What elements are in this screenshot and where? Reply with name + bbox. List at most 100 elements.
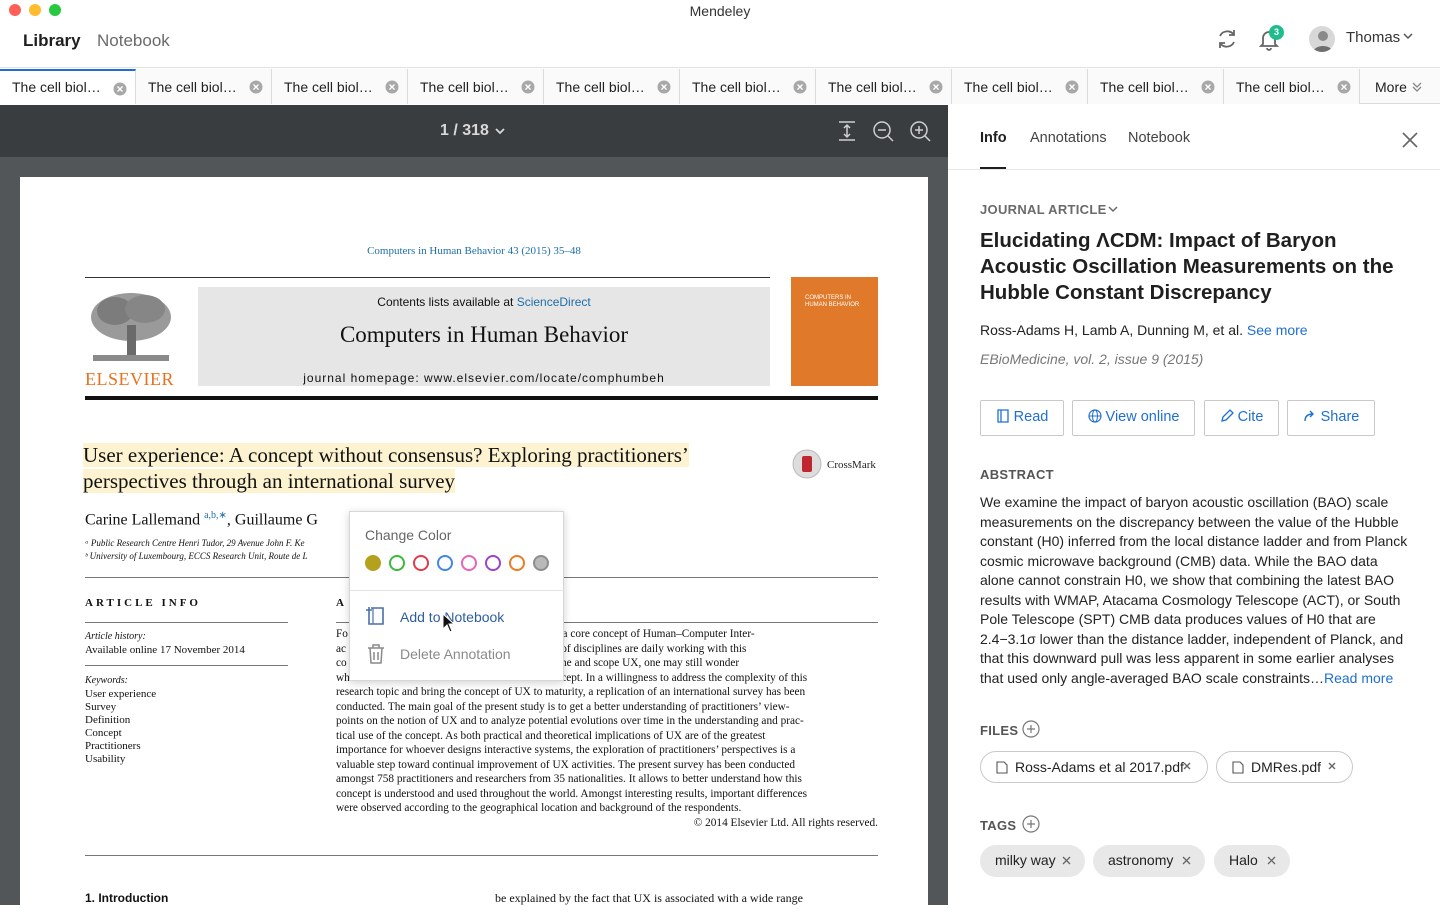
page-chevron-down-icon[interactable] [494, 125, 506, 137]
color-swatch[interactable] [509, 555, 525, 571]
panel-tab-notebook[interactable]: Notebook [1128, 130, 1190, 146]
tag-label: Halo [1229, 852, 1258, 868]
panel-tab-annotations[interactable]: Annotations [1030, 130, 1107, 146]
close-tab-icon[interactable] [793, 80, 807, 94]
zoom-out-icon[interactable] [871, 119, 895, 143]
cite-label: Cite [1237, 409, 1264, 425]
affiliation-b: ᵇ University of Luxembourg, ECCS Researc… [85, 551, 308, 561]
tag-chip[interactable]: milky way [980, 845, 1085, 877]
remove-file-icon[interactable] [1182, 761, 1192, 771]
panel-tab-info[interactable]: Info [980, 130, 1007, 146]
color-swatch[interactable] [365, 555, 381, 571]
add-tag-icon[interactable] [1022, 815, 1040, 833]
remove-tag-icon[interactable] [1062, 856, 1071, 865]
color-swatch[interactable] [413, 555, 429, 571]
color-swatch[interactable] [389, 555, 405, 571]
document-tab[interactable]: The cell biol… [272, 69, 408, 104]
zoom-in-icon[interactable] [908, 119, 932, 143]
close-tab-icon[interactable] [657, 80, 671, 94]
document-tab-label: The cell biol… [284, 79, 373, 95]
add-file-icon[interactable] [1022, 720, 1040, 738]
document-type[interactable]: JOURNAL ARTICLE [980, 202, 1107, 217]
tag-chip[interactable]: astronomy [1093, 845, 1205, 877]
close-tab-icon[interactable] [385, 80, 399, 94]
journal-homepage[interactable]: journal homepage: www.elsevier.com/locat… [198, 371, 770, 385]
nav-tab-notebook[interactable]: Notebook [97, 31, 170, 51]
cover-title: COMPUTERS IN HUMAN BEHAVIOR [805, 295, 860, 308]
abstract-line: amongst 758 practitioners and researcher… [336, 773, 802, 785]
remove-file-icon[interactable] [1327, 761, 1337, 771]
user-avatar[interactable] [1309, 26, 1335, 52]
article-info-heading: ARTICLE INFO [85, 597, 201, 609]
tag-chip[interactable]: Halo [1214, 845, 1290, 877]
document-tab[interactable]: The cell biol… [816, 69, 952, 104]
share-icon [1303, 410, 1314, 422]
abstract-line: importance for whoever designs interacti… [336, 744, 796, 756]
avatar-person-icon [1313, 31, 1333, 52]
double-chevron-down-icon[interactable] [1411, 81, 1423, 93]
document-tab[interactable]: The cell biol… [544, 69, 680, 104]
file-icon [1232, 761, 1244, 774]
document-tab[interactable]: The cell biol… [1088, 69, 1224, 104]
share-button[interactable]: Share [1287, 400, 1375, 436]
close-tab-icon[interactable] [1201, 80, 1215, 94]
more-tabs-button[interactable]: More [1360, 69, 1440, 104]
user-name[interactable]: Thomas [1346, 29, 1400, 46]
document-tab[interactable]: The cell biol… [680, 69, 816, 104]
body-rule [85, 855, 878, 856]
color-swatch[interactable] [485, 555, 501, 571]
see-more-link[interactable]: See more [1247, 322, 1308, 338]
file-chip[interactable]: DMRes.pdf [1216, 751, 1353, 783]
remove-tag-icon[interactable] [1182, 856, 1191, 865]
view-online-button[interactable]: View online [1072, 400, 1195, 436]
color-swatch[interactable] [461, 555, 477, 571]
document-tab[interactable]: The cell biol… [408, 69, 544, 104]
author-affil-marks[interactable]: a,b,∗ [204, 510, 227, 521]
page-indicator[interactable]: 1 / 318 [440, 122, 489, 140]
close-tab-icon[interactable] [1337, 80, 1351, 94]
document-tab-strip: The cell biol… The cell biol… The cell bio… [0, 69, 1440, 104]
close-tab-icon[interactable] [521, 80, 535, 94]
chevron-down-icon[interactable] [1107, 203, 1119, 215]
view-online-label: View online [1105, 409, 1180, 425]
file-icon [996, 761, 1008, 774]
document-tab[interactable]: The cell biol… [136, 69, 272, 104]
read-more-link[interactable]: Read more [1324, 670, 1393, 686]
delete-annotation-button[interactable]: Delete Annotation [400, 646, 511, 662]
read-button[interactable]: Read [980, 400, 1064, 436]
window-title: Mendeley [689, 3, 751, 19]
crossmark-icon[interactable] [792, 449, 822, 479]
article-title-highlighted[interactable]: User experience: A concept without conse… [83, 442, 773, 494]
abstract-line: tical use of the concept. As both practi… [336, 729, 766, 742]
thick-rule [85, 396, 878, 400]
file-chip[interactable]: Ross-Adams et al 2017.pdf [980, 751, 1208, 783]
cite-button[interactable]: Cite [1204, 400, 1279, 436]
keyword: User experience [85, 688, 157, 700]
document-tab[interactable]: The cell biol… [952, 69, 1088, 104]
color-swatch[interactable] [437, 555, 453, 571]
document-tab[interactable]: The cell biol… [0, 69, 136, 104]
document-title[interactable]: Elucidating ΛCDM: Impact of Baryon Acous… [980, 228, 1410, 306]
journal-reference[interactable]: Computers in Human Behavior 43 (2015) 35… [20, 245, 928, 257]
document-tab-label: The cell biol… [828, 79, 917, 95]
sync-icon[interactable] [1214, 26, 1240, 52]
chevron-down-icon[interactable] [1402, 30, 1414, 42]
color-swatch[interactable] [533, 555, 549, 571]
sciencedirect-link[interactable]: ScienceDirect [517, 295, 591, 309]
introduction-heading: 1. Introduction [85, 891, 169, 905]
document-tab[interactable]: The cell biol… [1224, 69, 1360, 104]
journal-cover-image: COMPUTERS IN HUMAN BEHAVIOR [791, 277, 878, 386]
article-title[interactable]: User experience: A concept without conse… [83, 443, 689, 493]
document-authors: Ross-Adams H, Lamb A, Dunning M, et al. … [980, 322, 1308, 338]
close-tab-icon[interactable] [929, 80, 943, 94]
nav-tab-library[interactable]: Library [23, 31, 81, 51]
close-tab-icon[interactable] [249, 80, 263, 94]
close-tab-icon[interactable] [113, 82, 127, 96]
close-tab-icon[interactable] [1065, 80, 1079, 94]
close-icon[interactable] [1401, 131, 1419, 149]
abstract-line: concept is understood and used throughou… [336, 787, 808, 800]
window-titlebar: Mendeley [0, 0, 1440, 22]
fit-height-icon[interactable] [835, 119, 859, 143]
remove-tag-icon[interactable] [1267, 856, 1276, 865]
document-source: EBioMedicine, vol. 2, issue 9 (2015) [980, 351, 1204, 367]
